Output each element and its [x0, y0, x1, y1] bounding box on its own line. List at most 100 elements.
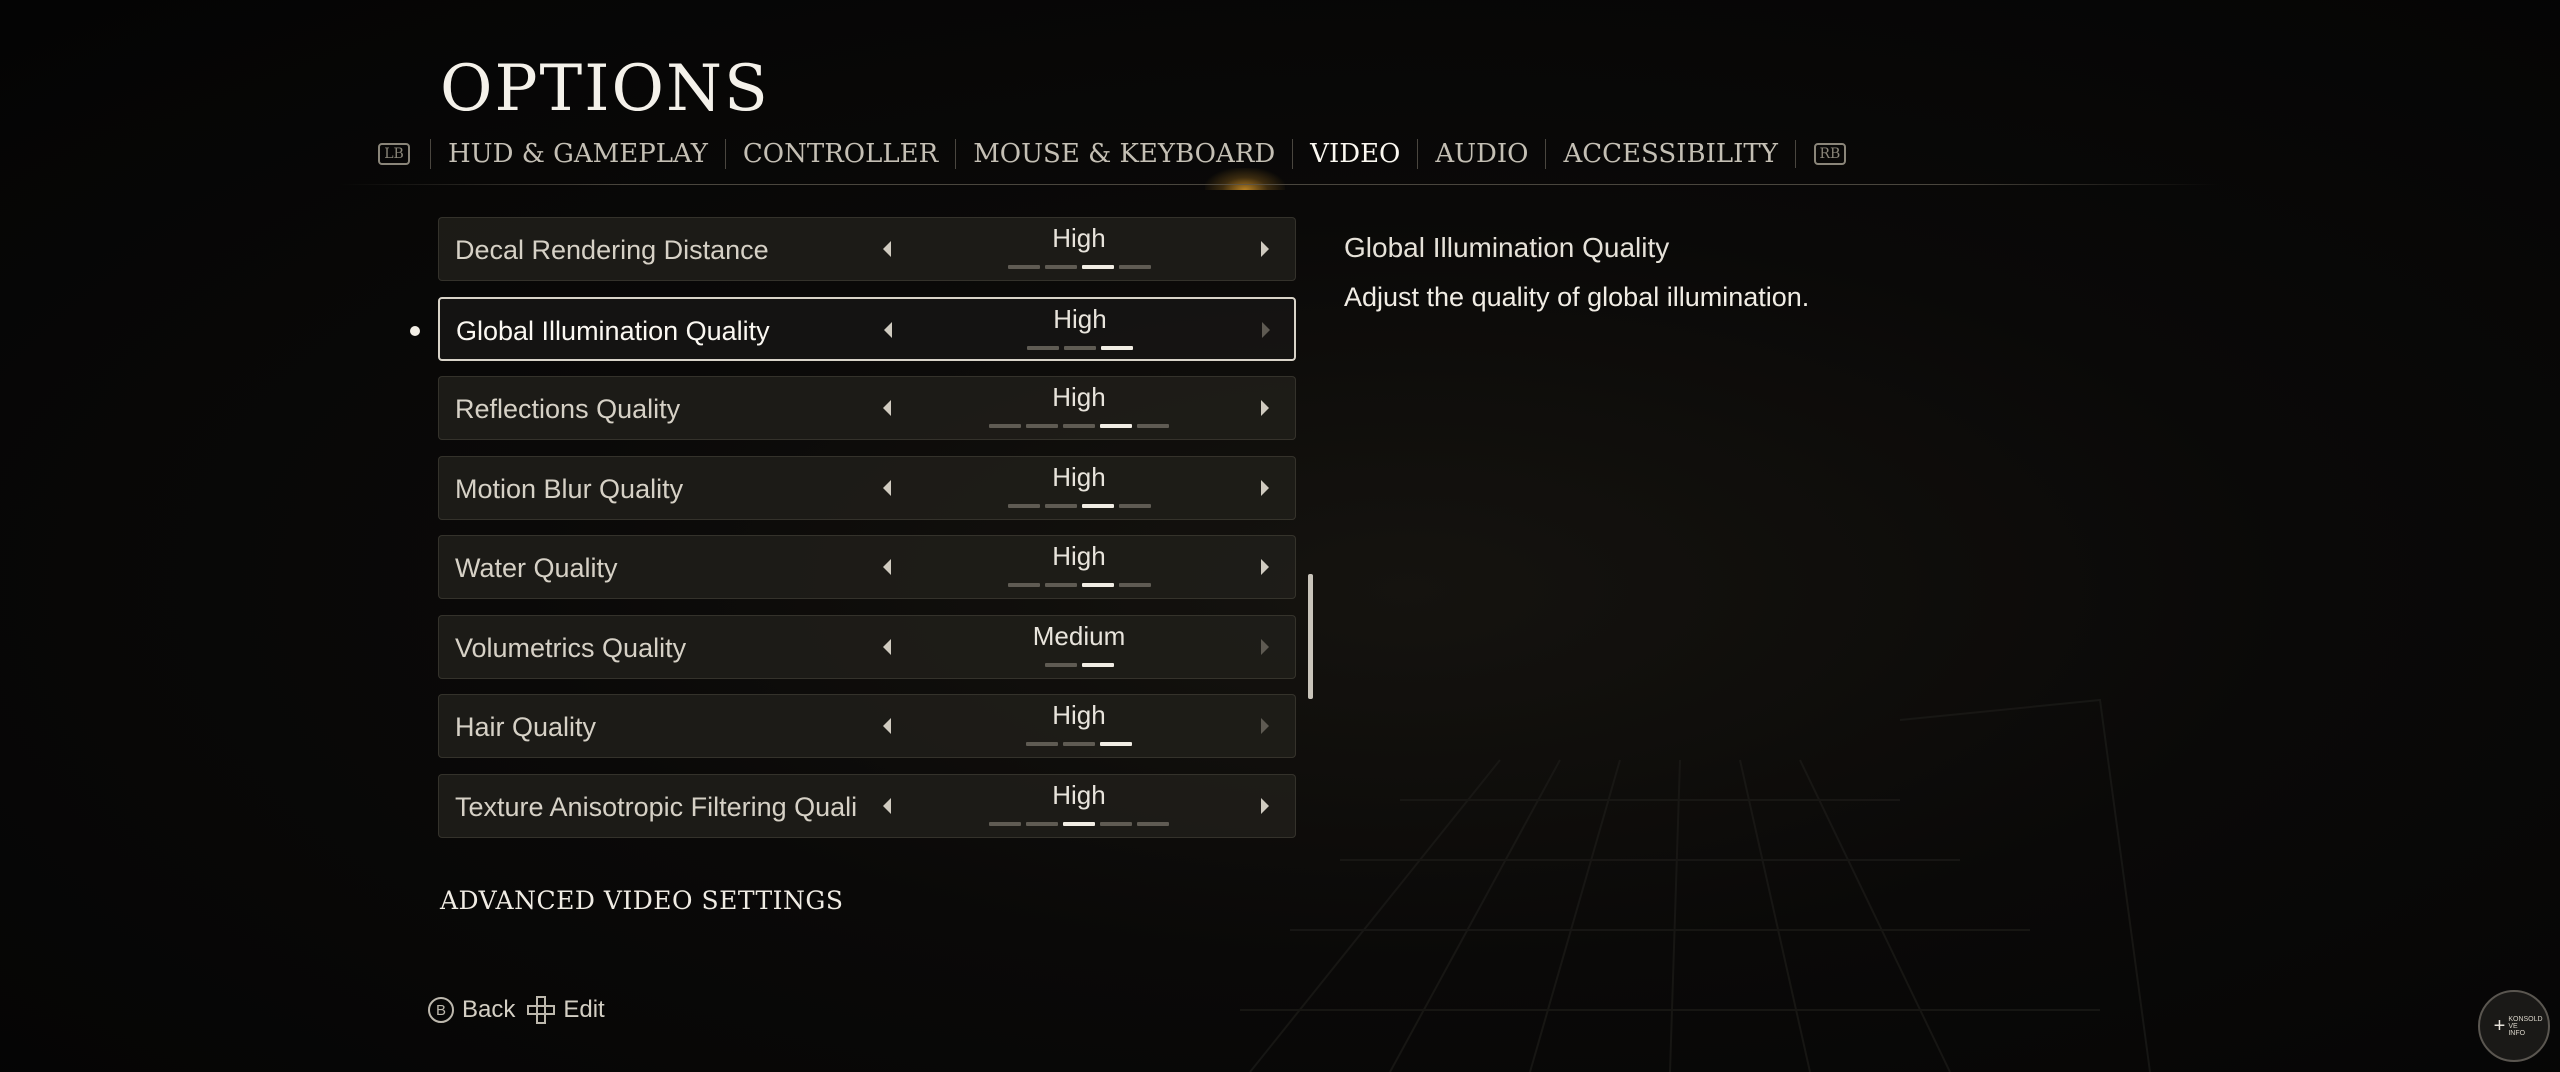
level-pip: [1026, 821, 1058, 826]
level-pip: [1007, 265, 1040, 269]
badge-text: KONSOLD VE INFO: [2508, 1015, 2543, 1037]
tab-mouse-keyboard[interactable]: MOUSE & KEYBOARD: [955, 139, 1292, 169]
level-indicator: [909, 662, 1249, 667]
arrow-left-icon[interactable]: [883, 718, 891, 734]
settings-list: Decal Rendering Distance High Global Ill…: [438, 217, 1296, 853]
level-indicator: [909, 583, 1249, 587]
setting-value: High: [1052, 700, 1106, 730]
arrow-left-icon[interactable]: [883, 638, 891, 655]
scrollbar[interactable]: [1308, 574, 1313, 699]
plus-icon: +: [2493, 1015, 2506, 1037]
level-pip: [989, 821, 1021, 826]
footer-hints: B Back Edit: [428, 996, 605, 1024]
level-pip: [1026, 424, 1058, 428]
level-indicator: [909, 265, 1249, 269]
setting-label: Motion Blur Quality: [455, 473, 684, 504]
level-pip: [1044, 503, 1077, 508]
tab-divider: [1794, 140, 1796, 168]
setting-row-volumetrics-quality[interactable]: Volumetrics Quality Medium: [438, 614, 1296, 679]
level-pip: [1063, 424, 1095, 428]
tab-controller[interactable]: CONTROLLER: [724, 139, 955, 169]
selection-dot-icon: [410, 326, 420, 336]
setting-row-global-illumination-quality[interactable]: Global Illumination Quality High: [438, 296, 1296, 361]
arrow-right-icon[interactable]: [1261, 797, 1269, 814]
right-bumper-icon[interactable]: RB: [1813, 143, 1846, 165]
level-pip: [1081, 503, 1114, 508]
arrow-right-icon[interactable]: [1261, 241, 1269, 257]
level-indicator: [909, 503, 1249, 508]
level-indicator: [910, 345, 1250, 350]
level-pip: [1137, 821, 1169, 826]
setting-label: Texture Anisotropic Filtering Quali: [455, 791, 858, 822]
setting-label: Volumetrics Quality: [455, 632, 687, 663]
level-pip: [1007, 503, 1040, 508]
level-pip: [989, 424, 1021, 428]
setting-row-motion-blur-quality[interactable]: Motion Blur Quality High: [438, 455, 1296, 520]
left-bumper-icon[interactable]: LB: [378, 143, 410, 165]
level-pip: [1044, 265, 1077, 269]
arrow-left-icon[interactable]: [883, 479, 891, 496]
setting-label: Hair Quality: [455, 712, 597, 742]
arrow-left-icon[interactable]: [883, 241, 891, 257]
level-pip: [1044, 662, 1077, 667]
level-pip: [1063, 742, 1095, 746]
arrow-right-icon[interactable]: [1262, 321, 1270, 338]
setting-row-reflections-quality[interactable]: Reflections Quality High: [438, 376, 1296, 440]
setting-label: Decal Rendering Distance: [455, 235, 769, 265]
arrow-left-icon[interactable]: [883, 559, 891, 575]
back-label[interactable]: Back: [462, 996, 515, 1024]
level-pip: [1081, 265, 1114, 269]
tab-audio[interactable]: AUDIO: [1417, 139, 1545, 169]
level-pip: [1118, 265, 1151, 269]
arrow-right-icon[interactable]: [1261, 400, 1269, 416]
setting-value: Medium: [1032, 620, 1126, 651]
level-pip: [1007, 583, 1040, 587]
level-indicator: [909, 821, 1249, 826]
active-tab-indicator: [1205, 168, 1285, 190]
arrow-right-icon[interactable]: [1261, 479, 1269, 496]
setting-value: High: [1053, 303, 1107, 334]
level-pip: [1100, 742, 1132, 746]
level-pip: [1118, 503, 1151, 508]
setting-label: Reflections Quality: [455, 394, 681, 424]
description-title: Global Illumination Quality: [1344, 232, 1670, 263]
edit-label[interactable]: Edit: [563, 996, 604, 1024]
level-pip: [1137, 424, 1169, 428]
level-pip: [1063, 821, 1095, 826]
arrow-left-icon[interactable]: [883, 797, 891, 814]
setting-value: High: [1052, 223, 1106, 253]
tab-bar: LB HUD & GAMEPLAY CONTROLLER MOUSE & KEY…: [378, 134, 1846, 174]
setting-value: High: [1052, 461, 1106, 492]
level-pip: [1027, 345, 1059, 350]
arrow-right-icon[interactable]: [1261, 559, 1269, 575]
level-pip: [1064, 345, 1096, 350]
arrow-left-icon[interactable]: [883, 400, 891, 416]
setting-value: High: [1052, 779, 1106, 810]
setting-row-decal-rendering-distance[interactable]: Decal Rendering Distance High: [438, 217, 1296, 281]
arrow-right-icon[interactable]: [1261, 638, 1269, 655]
level-pip: [1026, 742, 1058, 746]
setting-label: Water Quality: [455, 553, 618, 583]
setting-row-texture-anisotropic-filtering-quality[interactable]: Texture Anisotropic Filtering Quali High: [438, 773, 1296, 838]
setting-row-hair-quality[interactable]: Hair Quality High: [438, 694, 1296, 758]
header-divider: [340, 184, 2220, 185]
tab-video[interactable]: VIDEO: [1292, 139, 1417, 169]
arrow-left-icon[interactable]: [884, 321, 892, 338]
b-button-icon[interactable]: B: [428, 997, 454, 1023]
level-pip: [1118, 583, 1151, 587]
setting-row-water-quality[interactable]: Water Quality High: [438, 535, 1296, 599]
dpad-icon: [527, 996, 556, 1024]
tab-hud-gameplay[interactable]: HUD & GAMEPLAY: [430, 139, 725, 169]
setting-value: High: [1052, 541, 1106, 571]
level-pip: [1100, 821, 1132, 826]
advanced-video-settings-link[interactable]: ADVANCED VIDEO SETTINGS: [440, 886, 844, 915]
level-pip: [1100, 424, 1132, 428]
level-indicator: [909, 742, 1249, 746]
tab-accessibility[interactable]: ACCESSIBILITY: [1545, 139, 1794, 169]
page-title: OPTIONS: [440, 52, 770, 126]
level-pip: [1044, 583, 1077, 587]
description-text: Adjust the quality of global illuminatio…: [1344, 282, 1810, 312]
watermark-badge: + KONSOLD VE INFO: [2478, 990, 2550, 1062]
setting-label: Global Illumination Quality: [456, 315, 770, 346]
arrow-right-icon[interactable]: [1261, 718, 1269, 734]
